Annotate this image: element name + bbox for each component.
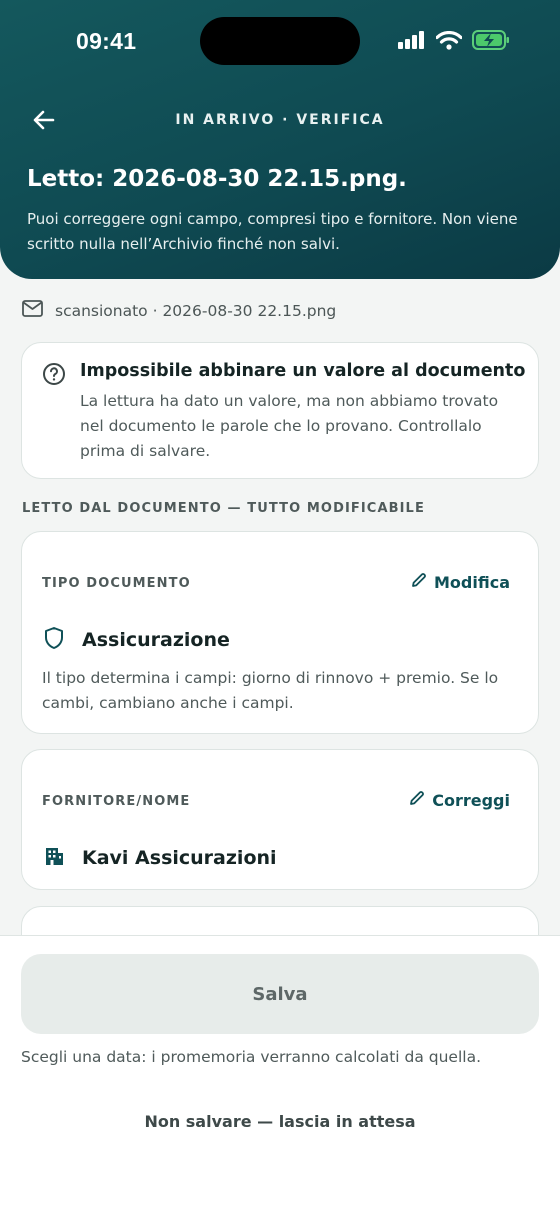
source-line: scansionato · 2026-08-30 22.15.png [22, 300, 336, 321]
wifi-icon [435, 30, 463, 54]
signal-icon [398, 31, 426, 53]
dont-save-button[interactable]: Non salvare — lascia in attesa [0, 1112, 560, 1131]
correct-provider-label: Correggi [432, 790, 510, 810]
save-button[interactable]: Salva [21, 954, 539, 1034]
edit-type-button[interactable]: Modifica [411, 572, 510, 592]
provider-text: Kavi Assicurazioni [82, 847, 277, 869]
warning-body: La lettura ha dato un valore, ma non abb… [80, 392, 499, 460]
provider-value[interactable]: Kavi Assicurazioni [42, 844, 277, 872]
status-time: 09:41 [76, 28, 137, 54]
pencil-icon [409, 790, 425, 810]
correct-provider-button[interactable]: Correggi [409, 790, 510, 810]
document-type-card: TIPO DOCUMENTO Modifica Assicurazione Il… [21, 531, 539, 734]
bottom-action-bar: Salva Scegli una data: i promemoria verr… [0, 935, 560, 1217]
page-subtitle: Puoi correggere ogni campo, compresi tip… [27, 210, 518, 253]
screen-overline: IN ARRIVO · VERIFICA [175, 112, 385, 128]
save-hint: Scegli una data: i promemoria verranno c… [21, 1048, 482, 1066]
header: 09:41 IN ARRIVO · VERIFICA Letto: 2026-0… [0, 0, 560, 279]
document-type-text: Assicurazione [82, 629, 230, 651]
document-type-value[interactable]: Assicurazione [42, 626, 230, 654]
shield-icon [42, 626, 66, 654]
edit-type-label: Modifica [434, 572, 510, 592]
dynamic-island [200, 17, 360, 65]
field-label: TIPO DOCUMENTO [42, 576, 191, 591]
page-title: Letto: 2026-08-30 22.15.png. [27, 166, 407, 192]
provider-card: FORNITORE/NOME Correggi Kavi Assicurazio… [21, 749, 539, 890]
source-text: scansionato · 2026-08-30 22.15.png [55, 301, 337, 320]
field-label: FORNITORE/NOME [42, 794, 191, 809]
question-circle-icon [42, 362, 66, 390]
warning-title: Impossibile abbinare un valore al docume… [80, 361, 526, 381]
section-label: LETTO DAL DOCUMENTO — TUTTO MODIFICABILE [22, 501, 425, 516]
building-icon [42, 844, 66, 872]
warning-card: Impossibile abbinare un valore al docume… [21, 342, 539, 479]
status-icons [398, 30, 510, 54]
battery-charging-icon [472, 30, 510, 54]
mail-icon [22, 300, 43, 321]
field-help: Il tipo determina i campi: giorno di rin… [42, 669, 499, 712]
pencil-icon [411, 572, 427, 592]
